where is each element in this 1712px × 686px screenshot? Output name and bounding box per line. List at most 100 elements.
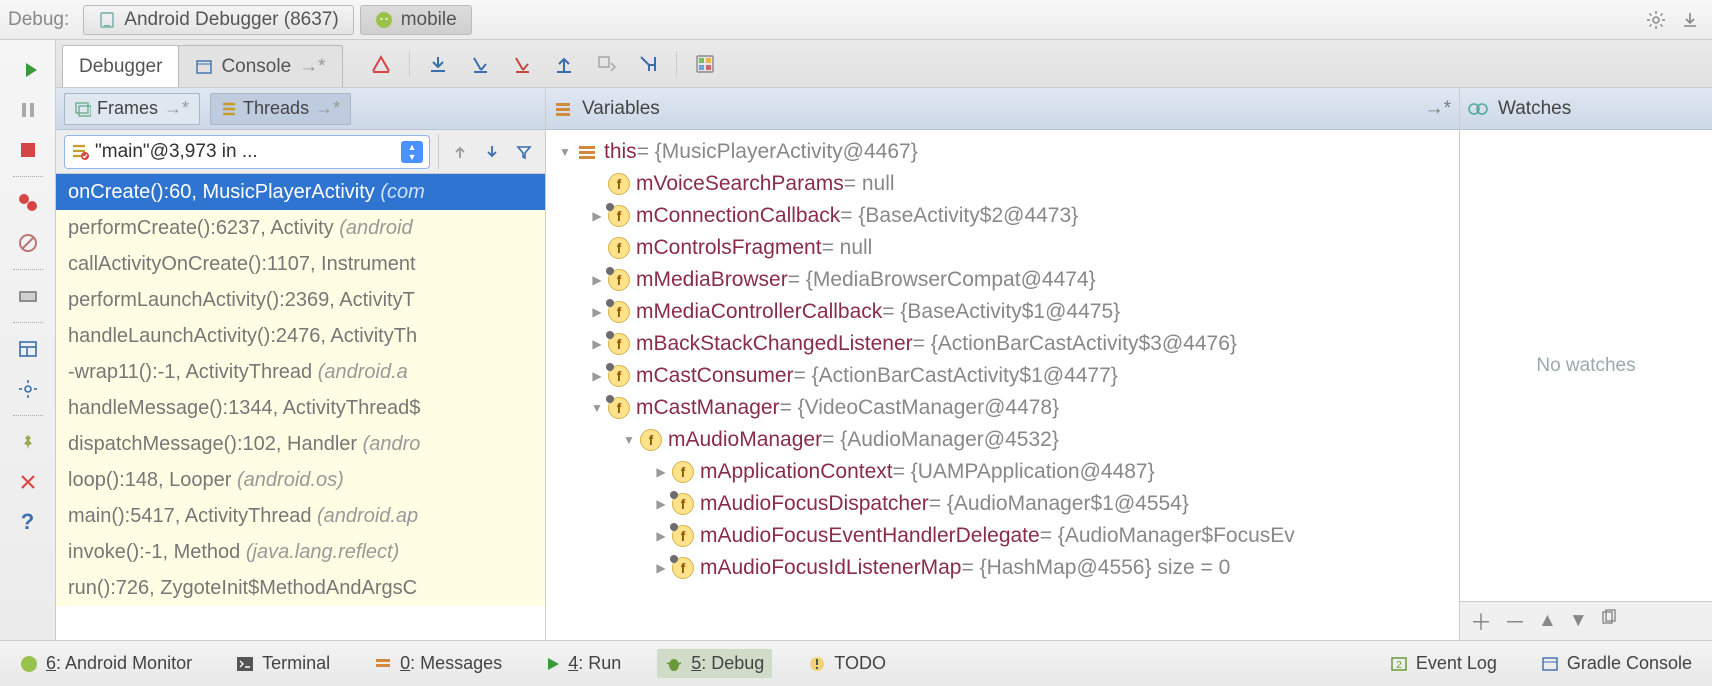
- toolwindow-run[interactable]: 4: Run: [538, 649, 629, 678]
- expand-icon[interactable]: ▶: [650, 457, 672, 487]
- watches-empty-label: No watches: [1536, 355, 1635, 377]
- chevron-updown-icon[interactable]: ▲▼: [401, 141, 423, 163]
- move-up-button[interactable]: ▲: [1538, 610, 1557, 632]
- copy-watch-button[interactable]: [1600, 609, 1618, 633]
- move-down-button[interactable]: ▼: [1569, 610, 1588, 632]
- stack-frame[interactable]: performLaunchActivity():2369, ActivityT: [56, 282, 545, 318]
- stack-frame[interactable]: handleMessage():1344, ActivityThread$: [56, 390, 545, 426]
- thread-selector-label: "main"@3,973 in ...: [95, 141, 258, 163]
- toolwindow-eventlog[interactable]: 2Event Log: [1382, 649, 1505, 678]
- subtab-threads[interactable]: Threads →*: [210, 93, 351, 125]
- subtab-frames[interactable]: Frames →*: [64, 93, 200, 125]
- variable-value: = {VideoCastManager@4478}: [780, 393, 1060, 423]
- add-watch-button[interactable]: ＋: [1470, 605, 1492, 637]
- prev-frame-button[interactable]: [447, 139, 473, 165]
- variable-name: mAudioManager: [668, 425, 822, 455]
- variable-node[interactable]: ▶fmCastConsumer = {ActionBarCastActivity…: [546, 360, 1459, 392]
- variable-name: mBackStackChangedListener: [636, 329, 913, 359]
- gear-icon[interactable]: [1642, 6, 1670, 34]
- stack-frame[interactable]: performCreate():6237, Activity (android: [56, 210, 545, 246]
- breakpoints-button[interactable]: [10, 185, 46, 221]
- pin-right-icon[interactable]: →*: [1425, 98, 1451, 120]
- toolwindow-label: Gradle Console: [1567, 653, 1692, 674]
- android-icon: [20, 655, 38, 673]
- pin-right-icon: →*: [299, 56, 325, 78]
- download-icon[interactable]: [1676, 6, 1704, 34]
- thread-selector[interactable]: "main"@3,973 in ... ▲▼: [64, 135, 430, 169]
- toolwindow-messages[interactable]: 0: Messages: [366, 649, 510, 678]
- variable-node[interactable]: ▼fmAudioManager = {AudioManager@4532}: [546, 424, 1459, 456]
- stack-frame[interactable]: onCreate():60, MusicPlayerActivity (com: [56, 174, 545, 210]
- variable-node[interactable]: ▶fmAudioFocusIdListenerMap = {HashMap@45…: [546, 552, 1459, 584]
- next-frame-button[interactable]: [479, 139, 505, 165]
- field-icon: f: [672, 461, 694, 483]
- variable-name: mCastManager: [636, 393, 780, 423]
- pin-button[interactable]: [10, 424, 46, 460]
- toolwindow-gradle[interactable]: Gradle Console: [1533, 649, 1700, 678]
- runconfig-label: mobile: [401, 9, 457, 31]
- stack-frame[interactable]: main():5417, ActivityThread (android.ap: [56, 498, 545, 534]
- context-bar: Debug: Android Debugger (8637) mobile: [0, 0, 1712, 40]
- stop-button[interactable]: [10, 132, 46, 168]
- stack-frame[interactable]: invoke():-1, Method (java.lang.reflect): [56, 534, 545, 570]
- variable-node[interactable]: ▶fmBackStackChangedListener = {ActionBar…: [546, 328, 1459, 360]
- toolwindow-todo[interactable]: TODO: [800, 649, 894, 678]
- variable-value: = {MediaBrowserCompat@4474}: [788, 265, 1096, 295]
- frames-list[interactable]: onCreate():60, MusicPlayerActivity (comp…: [56, 174, 545, 640]
- stack-frame[interactable]: callActivityOnCreate():1107, Instrument: [56, 246, 545, 282]
- variable-node[interactable]: ▶fmAudioFocusEventHandlerDelegate = {Aud…: [546, 520, 1459, 552]
- help-button[interactable]: ?: [10, 504, 46, 540]
- stack-frame[interactable]: -wrap11():-1, ActivityThread (android.a: [56, 354, 545, 390]
- variable-node[interactable]: fmControlsFragment = null: [546, 232, 1459, 264]
- pin-right-icon: →*: [164, 98, 189, 119]
- variable-node[interactable]: ▶fmAudioFocusDispatcher = {AudioManager$…: [546, 488, 1459, 520]
- expand-icon[interactable]: ▼: [618, 425, 640, 455]
- watches-header: Watches: [1460, 88, 1712, 130]
- drop-frame-button[interactable]: [592, 50, 620, 78]
- resume-button[interactable]: [10, 52, 46, 88]
- show-ex-point-button[interactable]: [367, 50, 395, 78]
- restore-layout-button[interactable]: [10, 331, 46, 367]
- variable-node[interactable]: ▶fmMediaBrowser = {MediaBrowserCompat@44…: [546, 264, 1459, 296]
- toolwindow-label: Terminal: [262, 653, 330, 674]
- filter-button[interactable]: [511, 139, 537, 165]
- runconfig-tab-android[interactable]: Android Debugger (8637): [83, 5, 353, 35]
- expand-icon[interactable]: ▼: [554, 137, 576, 167]
- toolwindow-android[interactable]: 6: Android Monitor: [12, 649, 200, 678]
- settings-button[interactable]: [10, 371, 46, 407]
- variable-node[interactable]: ▶fmMediaControllerCallback = {BaseActivi…: [546, 296, 1459, 328]
- mute-breakpoints-button[interactable]: [10, 225, 46, 261]
- variable-node[interactable]: ▶fmApplicationContext = {UAMPApplication…: [546, 456, 1459, 488]
- runconfig-tab-mobile[interactable]: mobile: [360, 5, 472, 35]
- toolwindow-terminal[interactable]: Terminal: [228, 649, 338, 678]
- run-to-cursor-button[interactable]: [634, 50, 662, 78]
- variable-node[interactable]: ▶fmConnectionCallback = {BaseActivity$2@…: [546, 200, 1459, 232]
- stack-frame[interactable]: dispatchMessage():102, Handler (andro: [56, 426, 545, 462]
- pause-button[interactable]: [10, 92, 46, 128]
- field-icon: f: [608, 333, 630, 355]
- tab-debugger[interactable]: Debugger: [62, 45, 179, 87]
- step-into-button[interactable]: [466, 50, 494, 78]
- variable-node[interactable]: ▼fmCastManager = {VideoCastManager@4478}: [546, 392, 1459, 424]
- step-over-button[interactable]: [424, 50, 452, 78]
- tab-console[interactable]: Console →*: [178, 45, 342, 87]
- field-icon: f: [608, 301, 630, 323]
- variables-tree[interactable]: ▼this = {MusicPlayerActivity@4467}fmVoic…: [546, 130, 1459, 640]
- field-icon: f: [608, 365, 630, 387]
- stack-frame[interactable]: handleLaunchActivity():2476, ActivityTh: [56, 318, 545, 354]
- device-icon: [98, 11, 116, 29]
- field-icon: f: [608, 237, 630, 259]
- remove-watch-button[interactable]: －: [1504, 605, 1526, 637]
- step-out-button[interactable]: [550, 50, 578, 78]
- frames-pane: Frames →* Threads →* "main"@3,973 in ...…: [56, 88, 546, 640]
- close-button[interactable]: [10, 464, 46, 500]
- variable-node[interactable]: fmVoiceSearchParams = null: [546, 168, 1459, 200]
- force-step-into-button[interactable]: [508, 50, 536, 78]
- variable-node[interactable]: ▼this = {MusicPlayerActivity@4467}: [546, 136, 1459, 168]
- evaluate-button[interactable]: [691, 50, 719, 78]
- stack-frame[interactable]: run():726, ZygoteInit$MethodAndArgsC: [56, 570, 545, 606]
- dump-threads-button[interactable]: [10, 278, 46, 314]
- toolwindow-bug[interactable]: 5: Debug: [657, 649, 772, 678]
- stack-frame[interactable]: loop():148, Looper (android.os): [56, 462, 545, 498]
- run-icon: [546, 657, 560, 671]
